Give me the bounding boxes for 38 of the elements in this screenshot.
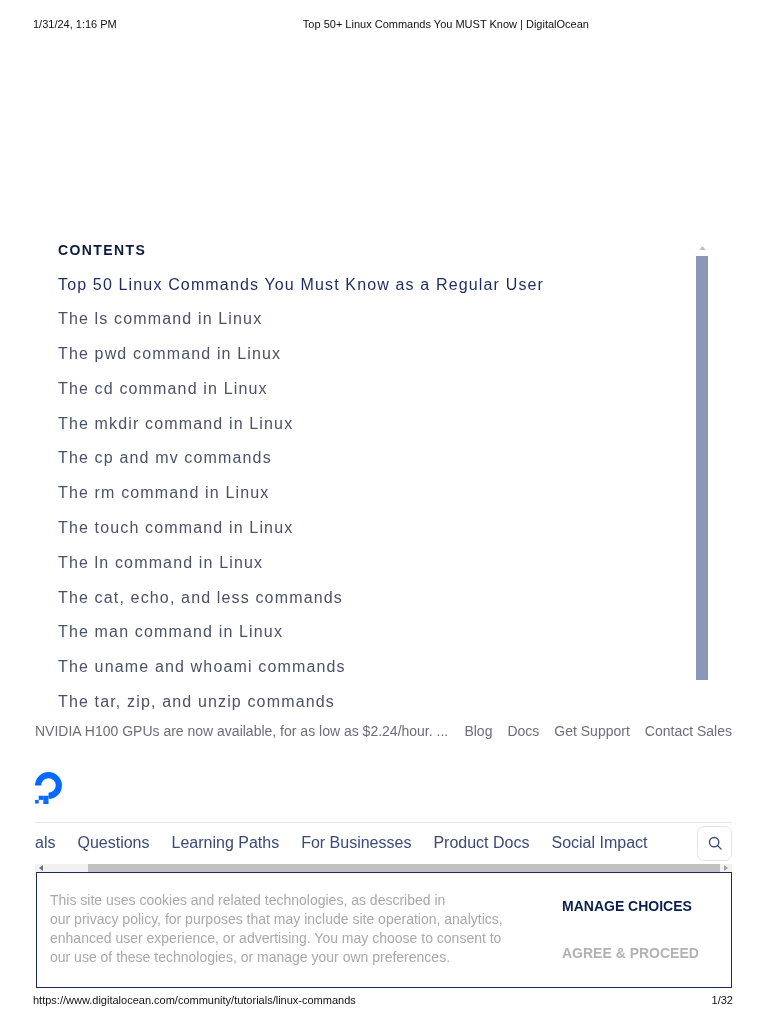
nav-link[interactable]: Learning Paths — [171, 834, 280, 853]
page-url: https://www.digitalocean.com/community/tutorials/linux-commands — [33, 992, 356, 1007]
contents-link[interactable]: The ls command in Linux — [58, 302, 696, 338]
page-number: 1/32 — [711, 992, 733, 1007]
contents-link[interactable]: The uname and whoami commands — [58, 650, 696, 686]
page-title: Top 50+ Linux Commands You MUST Know | DigitalOcean — [301, 18, 590, 30]
top-bar-link[interactable]: Contact Sales — [644, 722, 732, 739]
contents-link[interactable]: The cd command in Linux — [58, 371, 696, 407]
top-bar-link[interactable]: Blog — [464, 722, 493, 739]
scroll-right-arrow-icon[interactable] — [724, 864, 728, 871]
nav-link[interactable]: For Businesses — [301, 834, 412, 853]
contents-link[interactable]: The touch command in Linux — [58, 511, 696, 546]
consent-button[interactable]: MANAGE CHOICES — [562, 888, 699, 923]
contents-link[interactable]: The cat, echo, and less commands — [58, 580, 696, 616]
nav-link[interactable]: Social Impact — [551, 834, 648, 853]
contents-heading: CONTENTS — [58, 241, 148, 260]
top-bar-link[interactable]: Docs — [507, 722, 540, 739]
cookie-notice-text: This site uses cookies and related technologies, as described in our privacy policy, for purposes that may include site operation, analytics, enhanced user experience, or advertising. You may choose to consent to our use of these technologies, or manage your own preferences. — [50, 890, 504, 967]
contents-link[interactable]: The mkdir command in Linux — [58, 406, 696, 442]
contents-link[interactable]: The rm command in Linux — [58, 476, 696, 512]
scroll-up-arrow-icon[interactable] — [698, 246, 706, 250]
search-button[interactable] — [697, 825, 732, 861]
contents-link[interactable]: The cp and mv commands — [58, 441, 696, 477]
search-icon — [707, 836, 722, 851]
scroll-left-arrow-icon[interactable] — [39, 864, 43, 871]
print-date: 1/31/24, 1:16 PM — [33, 18, 117, 30]
nav-link[interactable]: als — [35, 834, 56, 853]
logo-icon[interactable] — [35, 771, 62, 804]
nav-link[interactable]: Questions — [77, 834, 150, 853]
contents-link[interactable]: The man command in Linux — [58, 615, 696, 651]
contents-link[interactable]: Top 50 Linux Commands You Must Know as a Regular User — [58, 267, 696, 303]
nav-link[interactable]: Product Docs — [433, 834, 530, 853]
scrollbar-thumb[interactable] — [696, 256, 708, 680]
contents-link[interactable]: The pwd command in Linux — [58, 337, 696, 372]
top-bar-link[interactable]: Get Support — [554, 722, 630, 739]
contents-link[interactable]: The ln command in Linux — [58, 545, 696, 581]
contents-link[interactable]: The tar, zip, and unzip commands — [58, 685, 696, 720]
announcement-link[interactable]: NVIDIA H100 GPUs are now available, for as low as $2.24/hour. ... — [35, 722, 449, 739]
